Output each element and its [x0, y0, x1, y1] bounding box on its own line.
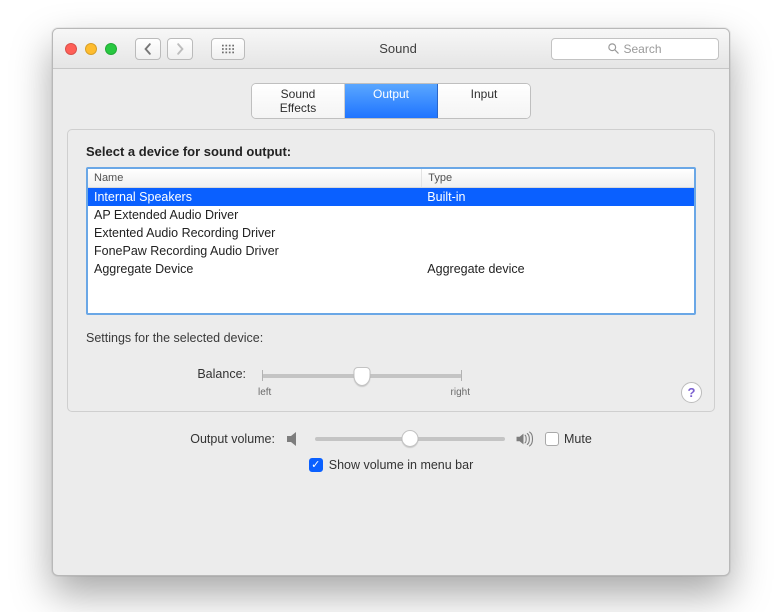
show-all-button[interactable]: [211, 38, 245, 60]
back-button[interactable]: [135, 38, 161, 60]
search-placeholder: Search: [623, 42, 661, 56]
balance-left-caption: left: [258, 387, 271, 398]
show-all-button-group: [211, 38, 245, 60]
table-row[interactable]: Internal Speakers Built-in: [88, 188, 694, 206]
body: Sound Effects Output Input Select a devi…: [53, 69, 729, 478]
slider-knob[interactable]: [354, 367, 371, 386]
window-controls: [53, 43, 117, 55]
output-volume-row: Output volume: Mute: [67, 430, 715, 448]
minimize-button[interactable]: [85, 43, 97, 55]
tab-input[interactable]: Input: [438, 84, 530, 118]
nav-buttons: [135, 38, 193, 60]
window-title: Sound: [245, 41, 551, 56]
forward-button[interactable]: [167, 38, 193, 60]
output-volume-label: Output volume:: [190, 432, 275, 446]
close-button[interactable]: [65, 43, 77, 55]
table-body: Internal Speakers Built-in AP Extended A…: [88, 188, 694, 278]
settings-for-label: Settings for the selected device:: [86, 331, 696, 345]
output-panel: Select a device for sound output: Name T…: [67, 129, 715, 412]
speaker-high-icon: [515, 430, 535, 448]
tab-bar: Sound Effects Output Input: [251, 83, 531, 119]
balance-right-caption: right: [451, 387, 470, 398]
zoom-button[interactable]: [105, 43, 117, 55]
titlebar: Sound Search: [53, 29, 729, 69]
sound-preferences-window: Sound Search Sound Effects Output Input …: [52, 28, 730, 576]
output-volume-slider[interactable]: [315, 430, 505, 448]
mute-checkbox[interactable]: [545, 432, 559, 446]
help-button[interactable]: ?: [681, 382, 702, 403]
mute-checkbox-group: Mute: [545, 432, 592, 446]
search-input[interactable]: Search: [551, 38, 719, 60]
table-row[interactable]: AP Extended Audio Driver: [88, 206, 694, 224]
tab-sound-effects[interactable]: Sound Effects: [252, 84, 345, 118]
show-in-menubar-label: Show volume in menu bar: [329, 458, 474, 472]
speaker-low-icon: [285, 430, 305, 448]
column-type[interactable]: Type: [421, 169, 694, 187]
slider-knob[interactable]: [401, 430, 418, 447]
show-in-menubar-checkbox[interactable]: [309, 458, 323, 472]
device-table: Name Type Internal Speakers Built-in AP …: [86, 167, 696, 315]
tab-output[interactable]: Output: [345, 84, 438, 118]
select-device-label: Select a device for sound output:: [86, 144, 696, 159]
table-row[interactable]: Extented Audio Recording Driver: [88, 224, 694, 242]
show-in-menubar-row: Show volume in menu bar: [67, 458, 715, 472]
table-row[interactable]: Aggregate Device Aggregate device: [88, 260, 694, 278]
table-row[interactable]: FonePaw Recording Audio Driver: [88, 242, 694, 260]
mute-label: Mute: [564, 432, 592, 446]
balance-slider[interactable]: left right: [262, 367, 462, 401]
balance-label: Balance:: [146, 367, 262, 381]
column-name[interactable]: Name: [88, 169, 421, 187]
balance-row: Balance: left right: [146, 367, 696, 401]
table-header: Name Type: [88, 169, 694, 188]
grid-icon: [222, 43, 234, 55]
search-icon: [608, 43, 619, 54]
